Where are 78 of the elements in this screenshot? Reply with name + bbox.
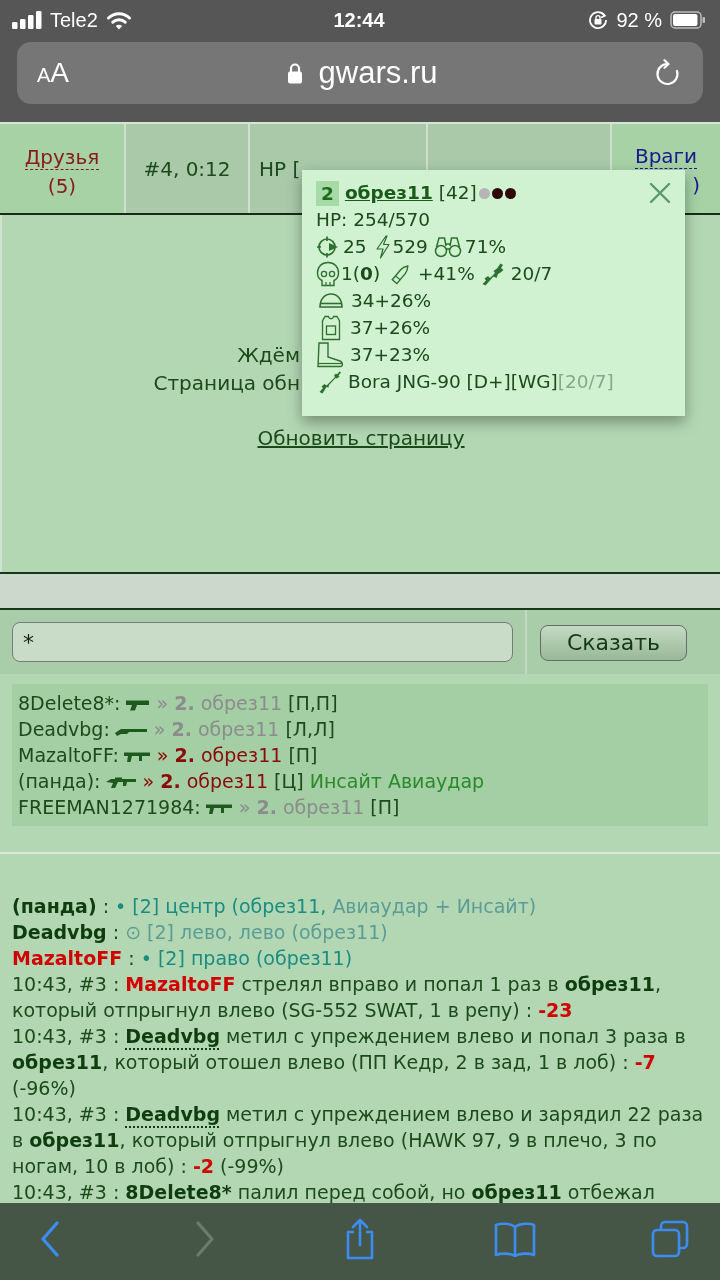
level-text: [42]	[438, 181, 477, 206]
shooter-name: FREEMAN1271984:	[18, 796, 201, 818]
shooter-name: MazaltoFF:	[18, 744, 119, 766]
shooter-name: (панда):	[18, 770, 101, 792]
rifle-icon	[480, 261, 505, 286]
aim-direction: [П]	[288, 744, 318, 766]
say-button[interactable]: Сказать	[540, 625, 687, 661]
target-name: » 2. обрез11	[142, 770, 269, 792]
status-text: Ждём	[237, 343, 300, 367]
shooter-name: Deadvbg:	[18, 718, 110, 740]
weapon-ammo: [20/7]	[557, 369, 614, 394]
target-name: » 2. обрез11	[156, 744, 283, 766]
back-icon[interactable]	[39, 1220, 61, 1257]
boots-value: 37+23%	[350, 342, 431, 367]
share-icon[interactable]	[344, 1217, 376, 1260]
aim-direction: [Ц]	[274, 770, 304, 792]
crosshair-icon	[316, 234, 340, 259]
status-text: Страница обн	[153, 371, 300, 395]
binoculars-icon	[433, 234, 462, 259]
clock-time: 12:44	[333, 8, 385, 33]
hp-text: HP [	[259, 155, 301, 183]
url-text[interactable]: gwars.ru	[318, 49, 438, 97]
log-entry: 10:43, #3 : MazaltoFF стрелял вправо и попал 1 раз в обрез11, который отпрыгнул влево (SG-552 SWAT, 1 в репу) : -23	[12, 972, 663, 1023]
wifi-icon	[105, 10, 132, 30]
turn-text: #4, 0:12	[143, 155, 231, 183]
accuracy-value: 25	[343, 234, 367, 259]
log-entry: (панда) : • [2] центр (обрез11, Авиаудар + Инсайт)	[12, 894, 538, 919]
kills-value: 1(0)	[341, 261, 381, 286]
target-name: » 2. обрез11	[156, 692, 283, 714]
lightning-icon	[374, 234, 391, 259]
submachine-gun-icon	[122, 750, 151, 763]
text-size-button[interactable]: AA	[37, 52, 70, 94]
helmet-value: 34+26%	[351, 288, 432, 313]
battery-icon	[670, 11, 706, 29]
log-entry: 10:43, #3 : 8Delete8* палил перед собой, но обрез11 отбежал	[12, 1180, 656, 1205]
tabs-icon[interactable]	[651, 1219, 689, 1258]
lock-icon	[286, 62, 303, 84]
energy-value: 529	[392, 234, 428, 259]
aim-direction: [Л,Л]	[285, 718, 335, 740]
enemies-link[interactable]: Враги	[634, 144, 698, 169]
log-entry: 10:43, #3 : Deadvbg метил с упреждением влево и попал 3 раза в обрез11, который отошел влево (ПП Кедр, 2 в зад, 1 в лоб) : -7 (-96%)	[12, 1024, 687, 1101]
enemies-count: )	[692, 172, 700, 199]
reload-icon[interactable]	[655, 59, 681, 87]
sniper-rifle-icon	[318, 369, 342, 394]
target-name: » 2. обрез11	[238, 796, 365, 818]
skull-icon	[316, 260, 340, 287]
signal-icon	[12, 11, 42, 29]
submachine-gun-icon	[204, 802, 233, 815]
team-badge: 2	[316, 180, 339, 206]
friends-count: (5)	[47, 173, 77, 200]
boot-icon	[316, 341, 344, 368]
target-name: » 2. обрез11	[153, 718, 280, 740]
shooter-name: 8Delete8*:	[18, 692, 121, 714]
helmet-icon	[318, 290, 344, 311]
aim-direction: [П]	[370, 796, 400, 818]
ammo-bonus-value: +41%	[418, 261, 475, 286]
aim-direction: [П,П]	[288, 692, 338, 714]
refresh-link[interactable]: Обновить страницу	[257, 424, 465, 452]
log-entry: MazaltoFF : • [2] право (обрез11)	[12, 946, 354, 971]
player-link[interactable]: обрез11	[344, 179, 433, 207]
skill-note: Инсайт Авиаудар	[309, 770, 485, 792]
vest-icon	[320, 314, 342, 341]
chat-input[interactable]: *	[12, 622, 513, 662]
carrier-name: Tele2	[50, 8, 98, 33]
vision-value: 71%	[464, 234, 506, 259]
book-icon[interactable]	[494, 1220, 536, 1257]
weapon-name: Bora JNG-90 [D+][WG]	[348, 369, 558, 394]
pistol-icon	[124, 698, 151, 711]
log-entry: 10:43, #3 : Deadvbg метил с упреждением влево и зарядил 22 раза в обрез11, который отпрыгнул влево (HAWK 97, 9 в плечо, 3 по ногам, 10 в лоб) : -2 (-99%)	[12, 1102, 705, 1179]
battery-percent: 92 %	[616, 8, 662, 33]
rifle-icon	[104, 776, 137, 789]
close-icon[interactable]	[649, 182, 671, 204]
log-entry: Deadvbg : ⊙ [2] лево, лево (обрез11)	[12, 920, 389, 945]
weapon-stat-value: 20/7	[510, 261, 553, 286]
rotation-lock-icon	[588, 10, 609, 30]
hp-text: HP: 254/570	[316, 207, 431, 232]
friends-link[interactable]: Друзья	[24, 145, 100, 170]
armor-value: 37+26%	[350, 315, 431, 340]
